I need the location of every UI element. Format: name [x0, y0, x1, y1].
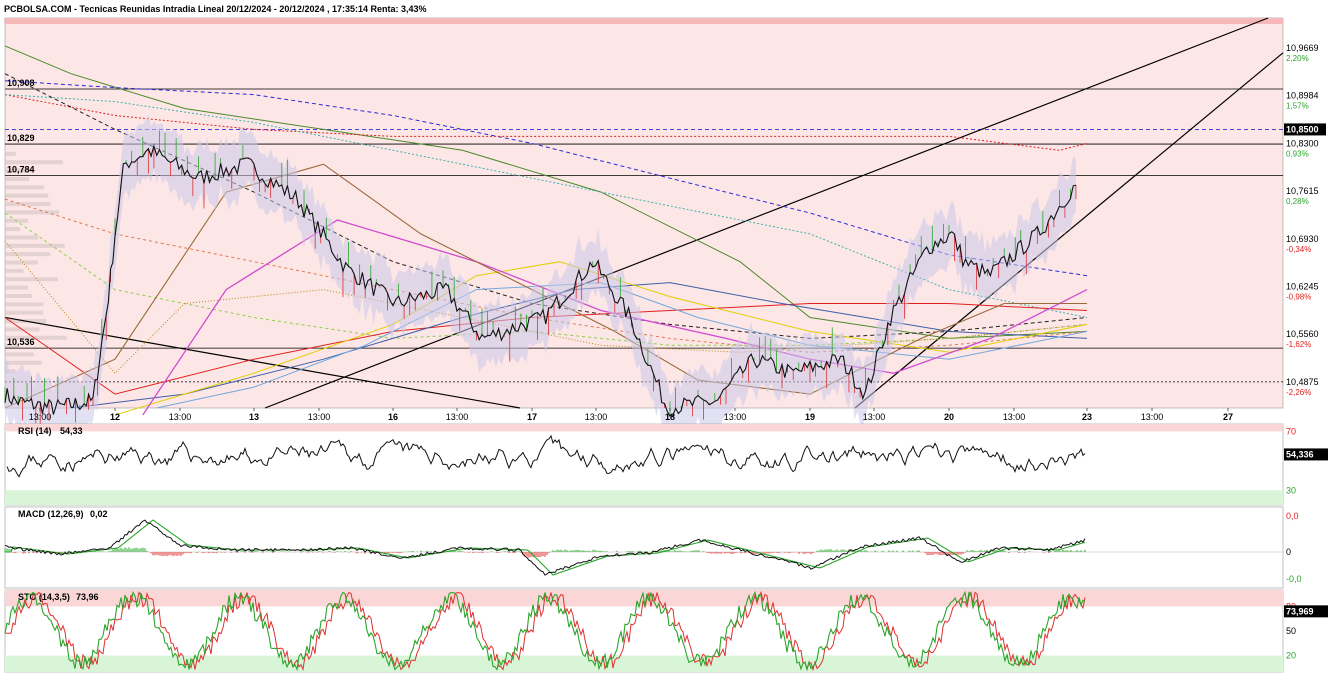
x-tick-label: 13:00: [446, 412, 469, 422]
y-tick-label: 10,6245: [1286, 281, 1319, 291]
price-top-band: [5, 18, 1283, 24]
macd-tick-label: 0: [1286, 547, 1291, 557]
y-tick-label: 10,5560: [1286, 329, 1319, 339]
pct-tick-label: 2,20%: [1286, 54, 1309, 63]
volume-profile-bar: [5, 235, 38, 240]
x-tick-label: 13:00: [585, 412, 608, 422]
level-label: 10,536: [7, 337, 35, 347]
y-tick-label: 10,6930: [1286, 234, 1319, 244]
pct-tick-label: -0,98%: [1286, 292, 1311, 301]
volume-profile-bar: [5, 227, 21, 232]
x-tick-label: 13:00: [1141, 412, 1164, 422]
x-tick-label: 23: [1082, 412, 1092, 422]
volume-profile-bar: [5, 252, 51, 257]
rsi-label: RSI (14): [18, 426, 52, 436]
sto-tick-label: 20: [1286, 651, 1296, 661]
x-tick-label: 13:00: [1003, 412, 1026, 422]
pct-tick-label: -2,26%: [1286, 388, 1311, 397]
sto-tick-label: 50: [1286, 626, 1296, 636]
chart-canvas: 10,96692,20% 10,89841,57% 10,83000,93% 10,7…: [4, 17, 1328, 673]
level-label: 10,784: [7, 164, 35, 174]
x-tick-label: 13:00: [724, 412, 747, 422]
macd-label: MACD (12,26,9): [18, 509, 84, 519]
y-tick-label: 10,9669: [1286, 43, 1319, 53]
volume-profile-bar: [5, 293, 32, 298]
x-tick-label: 13: [249, 412, 259, 422]
volume-profile-bar: [5, 268, 24, 273]
rsi-value: 54,33: [60, 426, 83, 436]
sto-value: 73,96: [76, 592, 99, 602]
rsi-overbought-zone: [5, 424, 1283, 432]
volume-profile-bar: [5, 352, 34, 357]
macd-tick-label: -0,0: [1286, 574, 1302, 584]
x-tick-label: 13:00: [308, 412, 331, 422]
volume-profile-bar: [5, 360, 42, 365]
x-tick-label: 13:00: [169, 412, 192, 422]
pct-tick-label: 0,93%: [1286, 149, 1309, 158]
rsi-tick-label: 30: [1286, 485, 1296, 495]
x-tick-label: 27: [1223, 412, 1233, 422]
x-tick-label: 13:00: [29, 412, 52, 422]
x-tick-label: 20: [944, 412, 954, 422]
x-tick-label: 12: [110, 412, 120, 422]
x-tick-label: 19: [805, 412, 815, 422]
y-tick-label: 10,8300: [1286, 138, 1319, 148]
volume-profile-bar: [5, 151, 16, 156]
pct-tick-label: -1,62%: [1286, 340, 1311, 349]
macd-tick-label: 0,0: [1286, 511, 1299, 521]
pct-tick-label: -0,34%: [1286, 245, 1311, 254]
volume-profile-bar: [5, 277, 58, 282]
volume-profile-bar: [5, 260, 38, 265]
volume-profile-bar: [5, 202, 51, 207]
sto-last-label: 73,969: [1286, 606, 1314, 616]
volume-profile-bar: [5, 285, 29, 290]
rsi-last-label: 54,336: [1286, 449, 1314, 459]
macd-value: 0,02: [90, 509, 108, 519]
volume-profile-bar: [5, 185, 44, 190]
y-tick-label: 10,4875: [1286, 377, 1319, 387]
x-tick-label: 18: [665, 412, 675, 422]
x-tick-label: 16: [388, 412, 398, 422]
x-tick-label: 13:00: [863, 412, 886, 422]
current-price-label: 10,8500: [1286, 124, 1319, 134]
volume-profile-bar: [5, 310, 44, 315]
y-tick-label: 10,8984: [1286, 91, 1319, 101]
rsi-oversold-zone: [5, 490, 1283, 505]
volume-profile-bar: [5, 176, 30, 181]
rsi-tick-label: 70: [1286, 426, 1296, 436]
level-label: 10,829: [7, 133, 35, 143]
volume-profile-bar: [5, 302, 44, 307]
volume-profile-bar: [5, 243, 65, 248]
x-tick-label: 17: [527, 412, 537, 422]
y-tick-label: 10,7615: [1286, 186, 1319, 196]
volume-profile-bar: [5, 193, 49, 198]
pct-tick-label: 0,28%: [1286, 197, 1309, 206]
pct-tick-label: 1,57%: [1286, 102, 1309, 111]
